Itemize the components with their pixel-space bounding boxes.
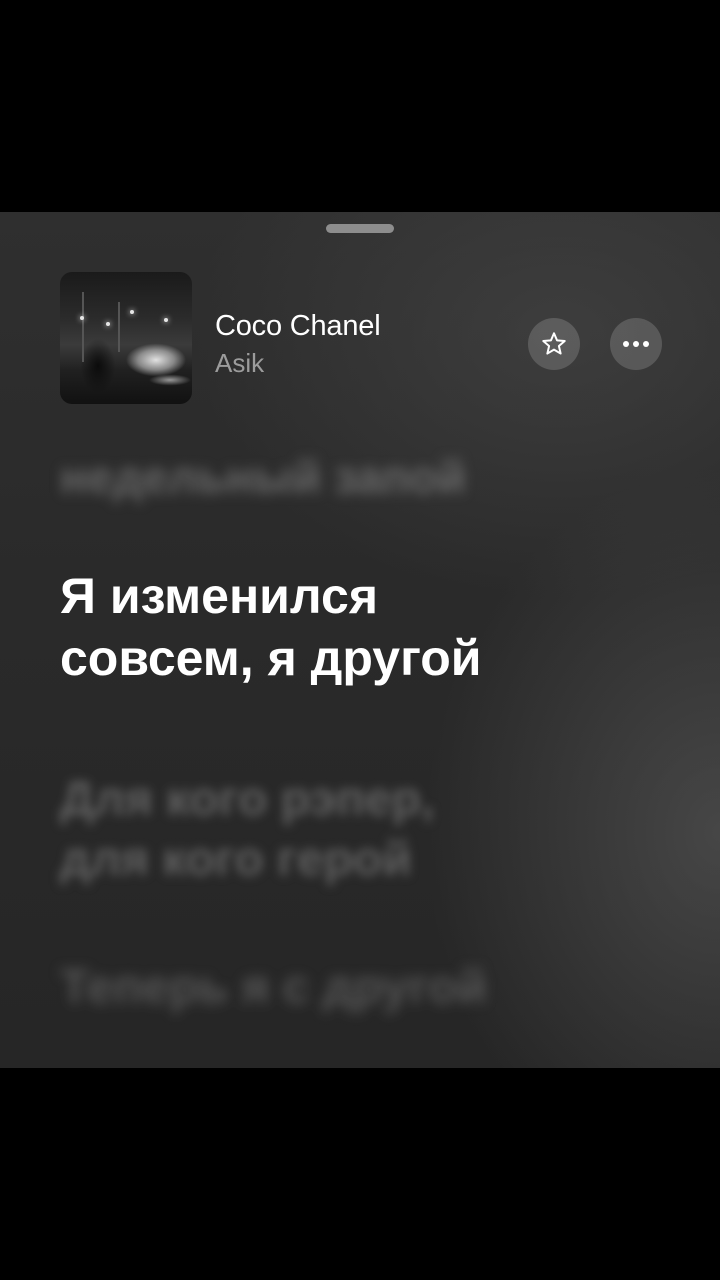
artwork-detail: [106, 322, 110, 326]
sheet-grabber-handle[interactable]: [326, 224, 394, 233]
artwork-detail: [164, 318, 168, 322]
lyric-current-line-1: Я изменился: [60, 568, 378, 624]
more-options-button[interactable]: [610, 318, 662, 370]
lyric-line-current[interactable]: Я изменился совсем, я другой: [60, 565, 482, 689]
artwork-detail: [80, 316, 84, 320]
artwork-detail: [118, 302, 120, 352]
lyric-line-previous[interactable]: недельный запой: [60, 450, 466, 504]
lyric-next-line-1: Для кого рэпер,: [60, 773, 435, 826]
artist-name[interactable]: Asik: [215, 348, 264, 379]
artwork-detail: [130, 310, 134, 314]
lyric-line-after[interactable]: Теперь я с другой: [60, 960, 487, 1015]
lyric-next-line-2: для кого герой: [60, 833, 412, 886]
lyric-line-next[interactable]: Для кого рэпер, для кого герой: [60, 770, 434, 890]
artwork-detail: [82, 292, 84, 362]
star-icon: [542, 332, 566, 355]
lyric-current-line-2: совсем, я другой: [60, 630, 482, 686]
ellipsis-icon: [623, 341, 649, 347]
album-artwork[interactable]: [60, 272, 192, 404]
favorite-button[interactable]: [528, 318, 580, 370]
lyrics-sheet: Coco Chanel Asik недельный запой Я измен…: [0, 212, 720, 1068]
song-title[interactable]: Coco Chanel: [215, 310, 381, 343]
